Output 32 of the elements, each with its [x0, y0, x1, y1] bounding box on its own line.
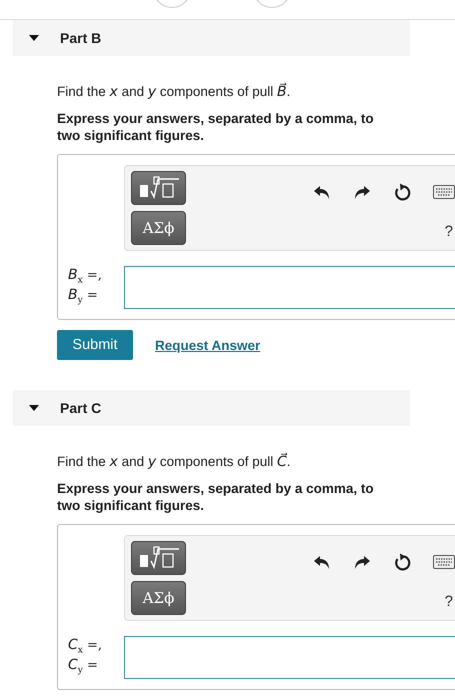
part-title: Part C [60, 400, 102, 416]
template-button[interactable] [131, 171, 186, 205]
undo-icon[interactable] [313, 184, 331, 200]
variable-label: B$_{y}$ = [68, 288, 99, 308]
question-text: Find the x and y components of pull C⃗. [57, 454, 292, 470]
answer-field[interactable] [124, 266, 455, 309]
variable-label: C$_{y}$ = [68, 658, 99, 678]
part-header[interactable]: Part C [13, 390, 410, 426]
answer-field[interactable] [124, 636, 455, 679]
reset-icon[interactable] [393, 183, 411, 201]
question-text: Find the x and y components of pull B⃗. [57, 84, 292, 100]
request-answer-link[interactable]: Request Answer [155, 338, 260, 352]
instruction-text: Express your answers, separated by a comma, to two significant figures. [57, 480, 375, 514]
part-header[interactable]: Part B [13, 20, 410, 56]
symbol-button[interactable]: ΑΣϕ [131, 581, 186, 615]
redo-icon[interactable] [353, 554, 371, 570]
submit-button[interactable]: Submit [57, 330, 133, 360]
part-title: Part B [60, 30, 102, 46]
help-button[interactable]: ? [444, 593, 453, 610]
variable-label: B$_{x}$ =, [68, 268, 103, 288]
caret-icon[interactable] [29, 33, 39, 43]
variable-label: C$_{x}$ =, [68, 638, 104, 658]
redo-icon[interactable] [353, 184, 371, 200]
undo-icon[interactable] [313, 554, 331, 570]
caret-icon[interactable] [29, 403, 39, 413]
instruction-text: Express your answers, separated by a comma, to two significant figures. [57, 110, 375, 144]
keyboard-icon[interactable] [433, 555, 455, 569]
help-button[interactable]: ? [444, 223, 453, 240]
template-button[interactable] [131, 541, 186, 575]
keyboard-icon[interactable] [433, 185, 455, 199]
reset-icon[interactable] [393, 553, 411, 571]
symbol-button[interactable]: ΑΣϕ [131, 211, 186, 245]
